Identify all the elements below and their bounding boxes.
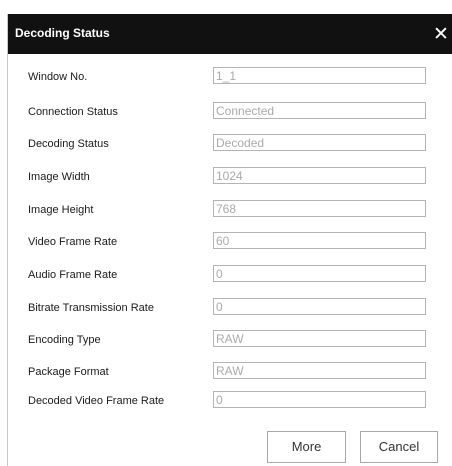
field-label: Window No.: [28, 71, 88, 83]
package-format-field[interactable]: [213, 362, 426, 379]
field-label: Image Width: [28, 171, 90, 183]
connection-status-field[interactable]: [213, 102, 426, 119]
field-label: Package Format: [28, 366, 109, 378]
field-row-package-format: Package Format: [8, 362, 452, 382]
field-row-image-height: Image Height: [8, 200, 452, 220]
field-row-audio-frame-rate: Audio Frame Rate: [8, 265, 452, 285]
field-row-image-width: Image Width: [8, 167, 452, 187]
field-label: Connection Status: [28, 106, 118, 118]
field-row-video-frame-rate: Video Frame Rate: [8, 232, 452, 252]
dialog-title: Decoding Status: [15, 26, 110, 40]
video-frame-rate-field[interactable]: [213, 232, 426, 249]
image-height-field[interactable]: [213, 200, 426, 217]
field-row-decoding-status: Decoding Status: [8, 134, 452, 154]
decoded-video-frame-rate-field[interactable]: [213, 391, 426, 408]
field-label: Bitrate Transmission Rate: [28, 302, 154, 314]
field-label: Decoding Status: [28, 138, 109, 150]
field-label: Decoded Video Frame Rate: [28, 395, 165, 407]
cancel-button[interactable]: Cancel: [360, 431, 438, 463]
image-width-field[interactable]: [213, 167, 426, 184]
decoding-status-dialog: Decoding Status ✕ Window No. Connection …: [7, 14, 452, 466]
field-label: Image Height: [28, 204, 94, 216]
field-row-bitrate-transmission-rate: Bitrate Transmission Rate: [8, 298, 452, 318]
field-row-window-no: Window No.: [8, 67, 452, 87]
field-label: Video Frame Rate: [28, 236, 118, 248]
encoding-type-field[interactable]: [213, 330, 426, 347]
field-row-decoded-video-frame-rate: Decoded Video Frame Rate: [8, 391, 452, 411]
field-row-encoding-type: Encoding Type: [8, 330, 452, 350]
window-no-field[interactable]: [213, 67, 426, 84]
field-row-connection-status: Connection Status: [8, 102, 452, 122]
field-label: Audio Frame Rate: [28, 269, 118, 281]
audio-frame-rate-field[interactable]: [213, 265, 426, 282]
more-button[interactable]: More: [267, 431, 346, 463]
field-label: Encoding Type: [28, 334, 101, 346]
decoding-status-field[interactable]: [213, 134, 426, 151]
bitrate-transmission-rate-field[interactable]: [213, 298, 426, 315]
dialog-titlebar: Decoding Status ✕: [8, 14, 452, 54]
close-icon[interactable]: ✕: [429, 21, 452, 47]
